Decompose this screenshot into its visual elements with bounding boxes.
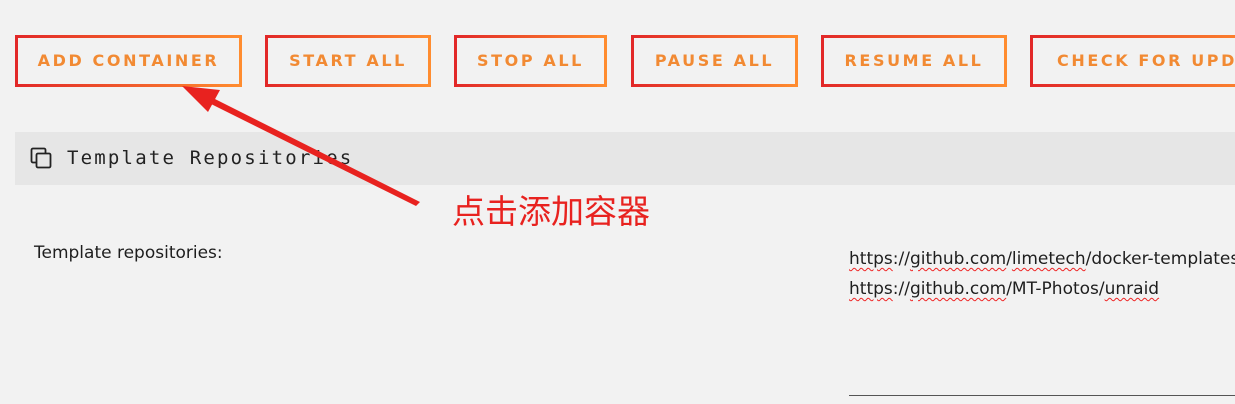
repo-line: https://github.com/limetech/docker-templ… [849,249,1235,269]
template-repositories-textarea[interactable]: https://github.com/limetech/docker-templ… [849,244,1235,304]
copy-icon [30,147,52,169]
start-all-button[interactable]: START ALL [265,35,431,87]
docker-toolbar: ADD CONTAINER START ALL STOP ALL PAUSE A… [0,0,1235,110]
resume-all-button[interactable]: RESUME ALL [821,35,1007,87]
docker-settings-page: ADD CONTAINER START ALL STOP ALL PAUSE A… [0,0,1235,404]
repo-line: https://github.com/MT-Photos/unraid [849,279,1160,299]
template-repositories-label: Template repositories: [34,243,223,263]
annotation-label: 点击添加容器 [452,192,650,231]
section-title: Template Repositories [67,147,354,169]
stop-all-button[interactable]: STOP ALL [454,35,607,87]
check-for-updates-button[interactable]: CHECK FOR UPDATES [1030,35,1235,87]
textarea-bottom-border [849,395,1235,396]
template-repositories-header: Template Repositories [15,132,1235,185]
pause-all-button[interactable]: PAUSE ALL [631,35,798,87]
add-container-button[interactable]: ADD CONTAINER [15,35,242,87]
